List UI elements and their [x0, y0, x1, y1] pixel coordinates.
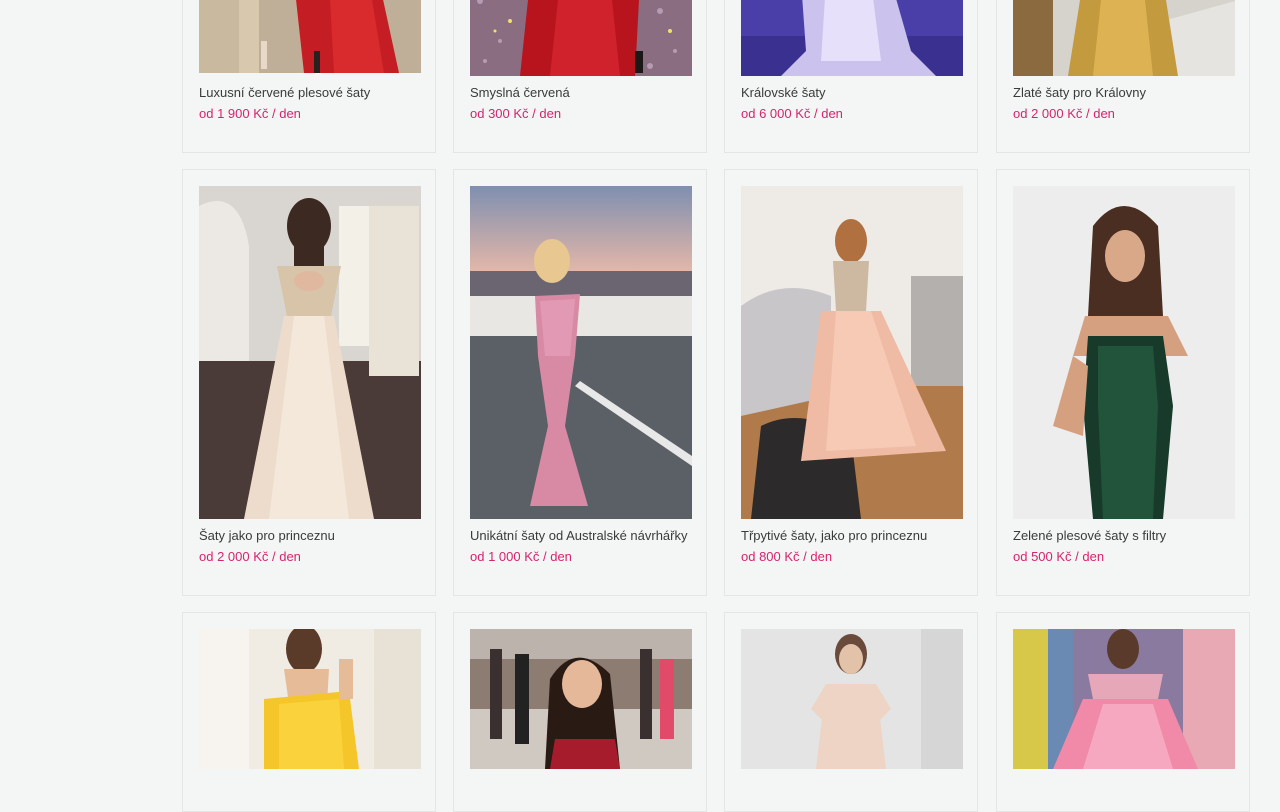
product-card[interactable]: [182, 612, 436, 812]
product-photo[interactable]: [199, 186, 421, 519]
product-card[interactable]: Luxusní červené plesové šaty od 1 900 Kč…: [182, 0, 436, 153]
product-photo[interactable]: [1013, 0, 1235, 76]
product-title[interactable]: Luxusní červené plesové šaty: [199, 85, 370, 100]
product-price: od 800 Kč / den: [741, 549, 833, 564]
product-title[interactable]: Zlaté šaty pro Královny: [1013, 85, 1146, 100]
product-card[interactable]: Smyslná červená od 300 Kč / den: [453, 0, 707, 153]
product-card[interactable]: Unikátní šaty od Australské návrhářky od…: [453, 169, 707, 596]
product-card[interactable]: [996, 612, 1250, 812]
product-price: od 1 000 Kč / den: [470, 549, 572, 564]
product-title[interactable]: Královské šaty: [741, 85, 826, 100]
product-photo[interactable]: [470, 186, 692, 519]
product-price: od 500 Kč / den: [1013, 549, 1105, 564]
product-price: od 6 000 Kč / den: [741, 106, 843, 121]
product-card[interactable]: Zlaté šaty pro Královny od 2 000 Kč / de…: [996, 0, 1250, 153]
product-card[interactable]: Zelené plesové šaty s filtry od 500 Kč /…: [996, 169, 1250, 596]
product-price: od 300 Kč / den: [470, 106, 562, 121]
product-card[interactable]: [453, 612, 707, 812]
product-photo[interactable]: [741, 629, 963, 769]
product-photo[interactable]: [199, 0, 421, 73]
product-title[interactable]: Šaty jako pro princeznu: [199, 528, 335, 543]
product-photo[interactable]: [741, 186, 963, 519]
product-card[interactable]: [724, 612, 978, 812]
product-title[interactable]: Zelené plesové šaty s filtry: [1013, 528, 1166, 543]
product-photo[interactable]: [1013, 186, 1235, 519]
product-photo[interactable]: [470, 0, 692, 76]
product-title[interactable]: Smyslná červená: [470, 85, 570, 100]
product-title[interactable]: Unikátní šaty od Australské návrhářky: [470, 528, 688, 543]
product-photo[interactable]: [1013, 629, 1235, 769]
product-photo[interactable]: [199, 629, 421, 769]
product-price: od 2 000 Kč / den: [199, 549, 301, 564]
product-photo[interactable]: [470, 629, 692, 769]
product-photo[interactable]: [741, 0, 963, 76]
product-card[interactable]: Královské šaty od 6 000 Kč / den: [724, 0, 978, 153]
product-card[interactable]: Šaty jako pro princeznu od 2 000 Kč / de…: [182, 169, 436, 596]
product-price: od 2 000 Kč / den: [1013, 106, 1115, 121]
product-grid: Luxusní červené plesové šaty od 1 900 Kč…: [0, 0, 1280, 812]
product-card[interactable]: Třpytivé šaty, jako pro princeznu od 800…: [724, 169, 978, 596]
product-title[interactable]: Třpytivé šaty, jako pro princeznu: [741, 528, 927, 543]
product-price: od 1 900 Kč / den: [199, 106, 301, 121]
